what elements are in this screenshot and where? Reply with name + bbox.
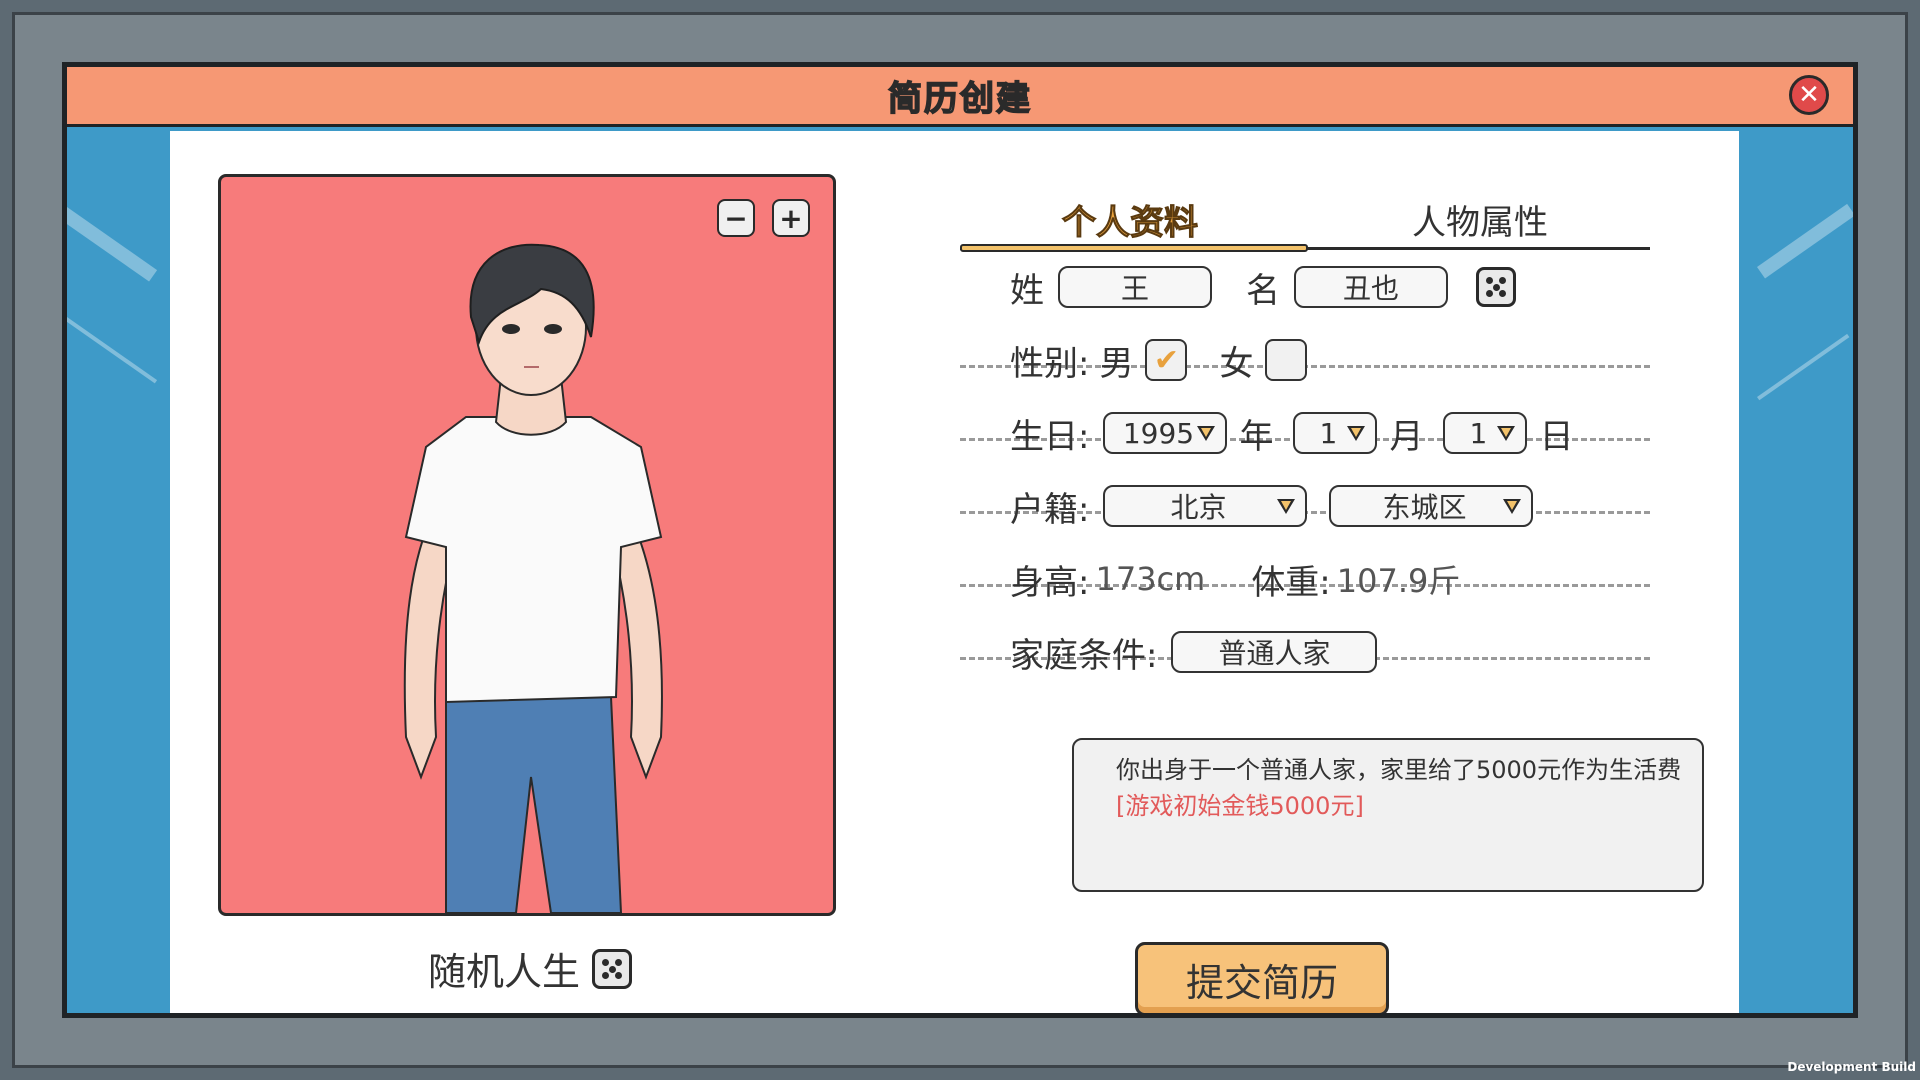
random-life-row[interactable]: 随机人生 — [170, 941, 890, 996]
family-description: 你出身于一个普通人家，家里给了5000元作为生活费 — [1116, 756, 1682, 784]
resume-window: 简历创建 ✕ − + 随机人生 个人资料 人物属性 姓 王 名 丑也 性别: 男… — [62, 62, 1858, 1018]
family-condition-button[interactable]: 普通人家 — [1171, 631, 1378, 673]
close-icon: ✕ — [1798, 80, 1820, 110]
window-title: 简历创建 — [887, 78, 1032, 120]
hukou-row: 户籍: 北京 东城区 — [960, 470, 1650, 542]
name-row: 姓 王 名 丑也 — [960, 251, 1650, 323]
character-portrait-card: − + — [218, 174, 836, 916]
weight-value: 107.9斤 — [1336, 562, 1461, 600]
zoom-out-button[interactable]: − — [717, 199, 755, 237]
day-label: 日 — [1539, 416, 1574, 457]
female-label: 女 — [1219, 343, 1254, 384]
surname-field[interactable]: 王 — [1058, 266, 1212, 308]
dropdown-arrow-icon — [1277, 498, 1296, 514]
dropdown-arrow-icon — [1497, 425, 1516, 441]
birth-month-value: 1 — [1319, 416, 1338, 450]
tab-bar: 个人资料 人物属性 — [960, 195, 1650, 252]
tab-attributes[interactable]: 人物属性 — [1310, 195, 1650, 244]
birth-month-select[interactable]: 1 — [1293, 412, 1378, 454]
birth-year-value: 1995 — [1122, 416, 1195, 450]
close-button[interactable]: ✕ — [1789, 75, 1829, 115]
birthday-row: 生日: 1995 年 1 月 1 日 — [960, 397, 1650, 469]
height-value: 173cm — [1095, 560, 1206, 598]
female-checkbox[interactable] — [1265, 339, 1308, 381]
district-value: 东城区 — [1382, 491, 1467, 524]
character-illustration — [403, 243, 663, 913]
dice-icon[interactable] — [592, 948, 632, 989]
dropdown-arrow-icon — [1503, 498, 1522, 514]
right-deco-stripe — [1757, 333, 1850, 401]
year-label: 年 — [1239, 416, 1274, 457]
male-label: 男 — [1099, 343, 1134, 384]
birth-day-value: 1 — [1469, 416, 1488, 450]
minus-icon: − — [724, 201, 748, 235]
surname-label: 姓 — [1010, 270, 1044, 311]
random-name-dice-icon[interactable] — [1476, 267, 1516, 307]
birth-year-select[interactable]: 1995 — [1103, 412, 1228, 454]
district-select[interactable]: 东城区 — [1329, 485, 1534, 527]
height-label: 身高: — [1010, 562, 1090, 603]
family-label: 家庭条件: — [1010, 635, 1158, 676]
province-value: 北京 — [1170, 491, 1227, 524]
birth-day-select[interactable]: 1 — [1443, 412, 1528, 454]
province-select[interactable]: 北京 — [1103, 485, 1308, 527]
zoom-in-button[interactable]: + — [772, 199, 810, 237]
random-life-label: 随机人生 — [427, 950, 580, 994]
family-row: 家庭条件: 普通人家 — [960, 616, 1650, 688]
birthday-label: 生日: — [1010, 416, 1090, 457]
weight-label: 体重: — [1251, 562, 1331, 603]
given-name-label: 名 — [1246, 270, 1280, 311]
male-checkbox[interactable]: ✔ — [1145, 339, 1188, 381]
content-panel: − + 随机人生 个人资料 人物属性 姓 王 名 丑也 性别: 男 ✔ 女 生日… — [170, 131, 1739, 1013]
left-deco-stripe — [67, 207, 158, 282]
hukou-label: 户籍: — [1010, 489, 1090, 530]
submit-resume-button[interactable]: 提交简历 — [1135, 942, 1389, 1013]
given-name-field[interactable]: 丑也 — [1294, 266, 1448, 308]
development-build-label: Development Build — [1787, 1060, 1916, 1074]
family-description-box: 你出身于一个普通人家，家里给了5000元作为生活费 [游戏初始金钱5000元] — [1072, 738, 1704, 892]
month-label: 月 — [1389, 416, 1424, 457]
body-stats-row: 身高: 173cm 体重: 107.9斤 — [960, 543, 1650, 615]
gender-row: 性别: 男 ✔ 女 — [960, 324, 1650, 396]
left-deco-stripe — [67, 317, 158, 384]
title-bar: 简历创建 ✕ — [67, 67, 1853, 127]
dropdown-arrow-icon — [1347, 425, 1366, 441]
plus-icon: + — [779, 201, 803, 235]
checkmark-icon: ✔ — [1153, 342, 1180, 378]
right-deco-stripe — [1757, 203, 1853, 279]
dropdown-arrow-icon — [1197, 425, 1216, 441]
starting-money-bonus: [游戏初始金钱5000元] — [1116, 792, 1364, 820]
gender-label: 性别: — [1010, 343, 1090, 384]
tab-personal-info[interactable]: 个人资料 — [960, 195, 1300, 244]
